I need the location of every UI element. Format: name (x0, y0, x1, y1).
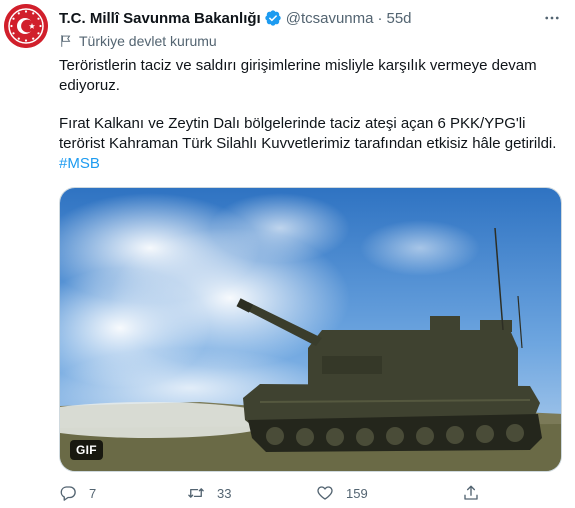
government-label-text: Türkiye devlet kurumu (79, 33, 217, 49)
tweet-text: Teröristlerin taciz ve saldırı girişimle… (59, 56, 564, 174)
ministry-emblem-icon (4, 4, 48, 48)
author-name[interactable]: T.C. Millî Savunma Bakanlığı (59, 10, 261, 27)
more-dots-icon[interactable] (541, 7, 563, 29)
hashtag-link[interactable]: #MSB (59, 155, 100, 172)
share-button[interactable] (462, 484, 480, 502)
tweet-header: T.C. Millî Savunma Bakanlığı @tcsavunma … (59, 7, 565, 29)
tweet-actions: 7 33 159 (59, 484, 539, 506)
like-button[interactable]: 159 (316, 484, 368, 502)
retweet-count: 33 (217, 485, 232, 501)
reply-icon (60, 486, 76, 501)
tweet-media[interactable]: GIF (59, 187, 562, 472)
author-handle[interactable]: @tcsavunma (286, 10, 374, 27)
tweet-time[interactable]: 55d (386, 10, 411, 27)
gif-badge: GIF (70, 440, 103, 460)
retweet-icon (188, 488, 204, 498)
tweet-paragraph-1: Teröristlerin taciz ve saldırı girişimle… (59, 57, 537, 94)
flag-icon (61, 35, 71, 47)
howitzer-image (60, 188, 561, 471)
reply-count: 7 (89, 485, 97, 501)
tweet-paragraph-2: Fırat Kalkanı ve Zeytin Dalı bölgelerind… (59, 115, 557, 152)
avatar[interactable] (4, 4, 48, 48)
reply-button[interactable]: 7 (59, 484, 96, 502)
like-count: 159 (346, 485, 368, 501)
separator-dot: · (377, 9, 383, 27)
retweet-button[interactable]: 33 (187, 484, 231, 502)
government-label[interactable]: Türkiye devlet kurumu (59, 31, 217, 51)
tweet[interactable]: T.C. Millî Savunma Bakanlığı @tcsavunma … (0, 0, 575, 508)
verified-badge-icon (264, 9, 282, 27)
like-icon (317, 486, 333, 500)
share-icon (464, 485, 478, 500)
